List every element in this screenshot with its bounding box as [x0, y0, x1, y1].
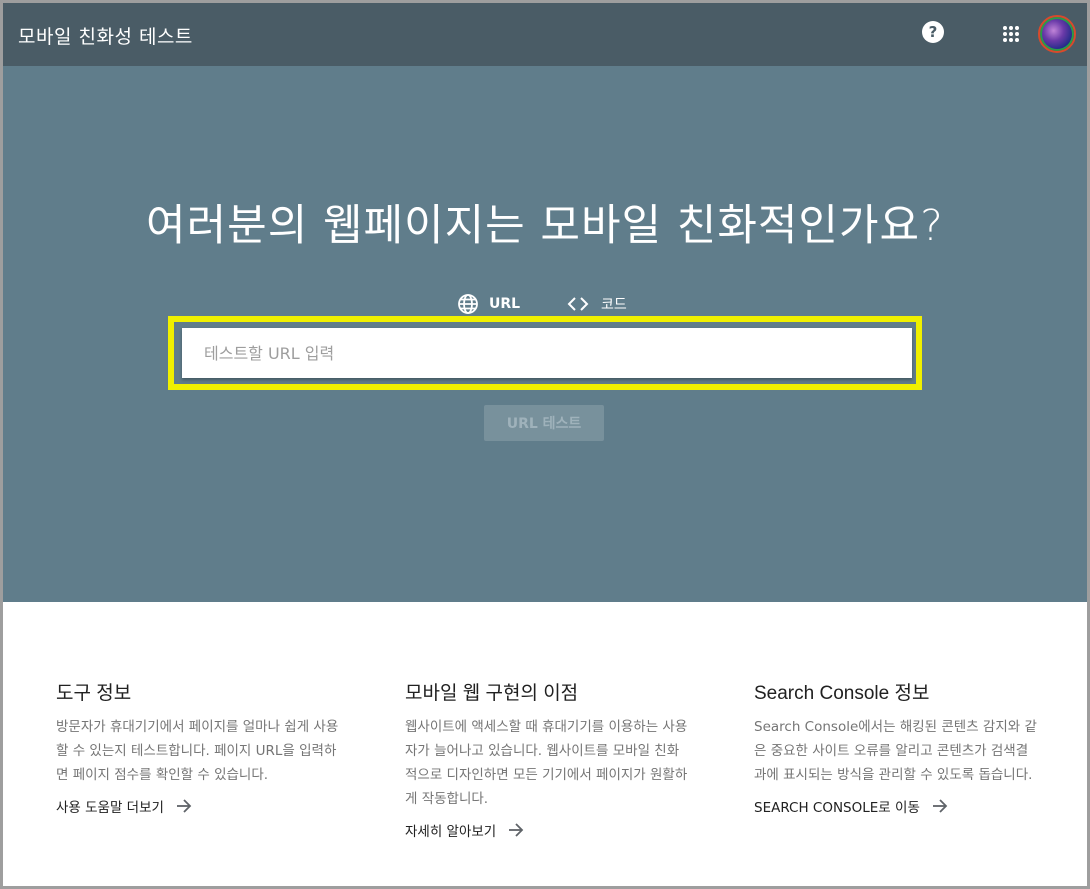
link-label: 사용 도움말 더보기: [56, 800, 164, 816]
info-section: 도구 정보 방문자가 휴대기기에서 페이지를 얼마나 쉽게 사용할 수 있는지 …: [3, 602, 1087, 886]
url-input[interactable]: [182, 328, 912, 378]
info-column-benefits: 모바일 웹 구현의 이점 웹사이트에 액세스할 때 휴대기기를 이용하는 사용자…: [405, 678, 695, 840]
info-description: 방문자가 휴대기기에서 페이지를 얼마나 쉽게 사용할 수 있는지 테스트합니다…: [56, 719, 339, 783]
hero-section: 여러분의 웹페이지는 모바일 친화적인가요? URL 코드 테스트할 URL 입…: [3, 66, 1087, 602]
top-app-bar: 모바일 친화성 테스트 ?: [3, 3, 1087, 66]
info-title: Search Console 정보: [754, 683, 930, 704]
tab-code-label: 코드: [601, 297, 627, 313]
info-title: 모바일 웹 구현의 이점: [405, 683, 579, 704]
code-icon: [567, 297, 589, 311]
tab-url-label: URL: [489, 296, 521, 312]
link-label: 자세히 알아보기: [405, 824, 497, 840]
help-icon[interactable]: ?: [922, 21, 944, 43]
apps-grid-icon[interactable]: [1002, 25, 1020, 43]
hero-heading: 여러분의 웹페이지는 모바일 친화적인가요?: [146, 201, 944, 251]
test-url-button[interactable]: URL 테스트: [484, 405, 604, 441]
go-to-search-console-link[interactable]: SEARCH CONSOLE로 이동: [754, 796, 1044, 816]
info-description: Search Console에서는 해킹된 콘텐츠 감지와 같은 중요한 사이트…: [754, 719, 1037, 783]
info-column-tool: 도구 정보 방문자가 휴대기기에서 페이지를 얼마나 쉽게 사용할 수 있는지 …: [56, 678, 346, 816]
app-title: 모바일 친화성 테스트: [18, 26, 193, 48]
globe-icon: [458, 294, 478, 314]
learn-more-help-link[interactable]: 사용 도움말 더보기: [56, 796, 346, 816]
arrow-right-icon: [176, 799, 192, 813]
arrow-right-icon: [509, 823, 524, 837]
info-title: 도구 정보: [56, 683, 132, 704]
info-description: 웹사이트에 액세스할 때 휴대기기를 이용하는 사용자가 늘어나고 있습니다. …: [405, 719, 688, 807]
arrow-right-icon: [932, 799, 948, 813]
link-label: SEARCH CONSOLE로 이동: [754, 800, 920, 816]
learn-more-link[interactable]: 자세히 알아보기: [405, 820, 695, 840]
url-input-highlight: [168, 316, 922, 390]
info-column-search-console: Search Console 정보 Search Console에서는 해킹된 …: [754, 678, 1044, 816]
browser-frame: 모바일 친화성 테스트 ? 여러분의 웹페이지는 모바일 친화적인가요? URL…: [3, 3, 1087, 886]
account-avatar[interactable]: [1038, 15, 1076, 53]
